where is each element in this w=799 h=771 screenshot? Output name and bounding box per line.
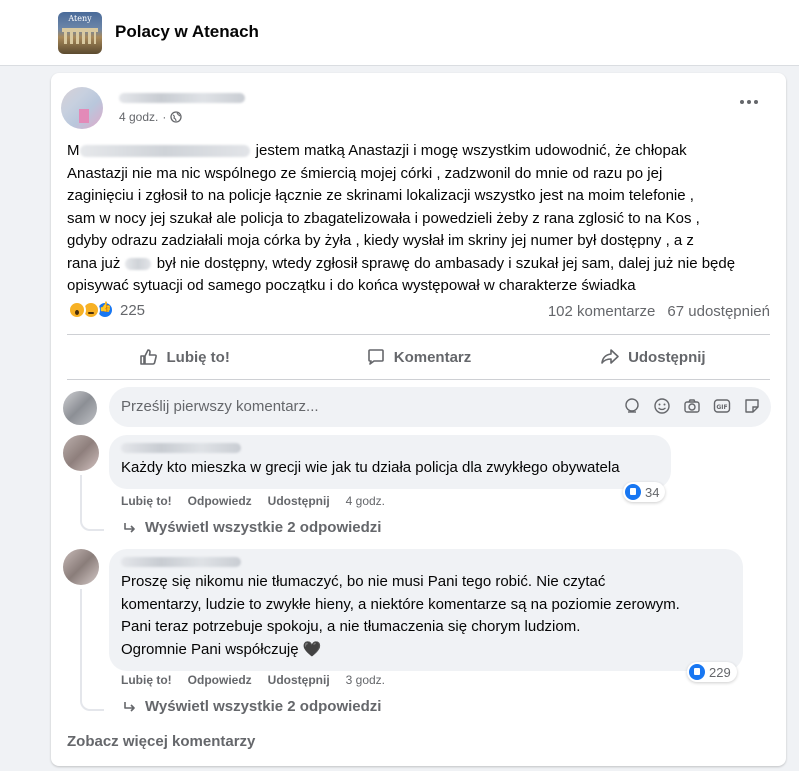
reactions-summary[interactable]: 225 [68, 301, 145, 319]
comment-like-count: 229 [709, 664, 731, 680]
post-time[interactable]: 4 godz. [119, 110, 158, 124]
comment-share-button[interactable]: Udostępnij [268, 673, 330, 687]
current-user-avatar[interactable] [63, 391, 97, 425]
see-more-comments-link[interactable]: Zobacz więcej komentarzy [67, 733, 255, 750]
commenter-avatar[interactable] [63, 435, 99, 471]
post-card: 4 godz. · M jestem matką Anastazji i mog… [51, 73, 786, 766]
wow-reaction-icon [68, 301, 86, 319]
more-options-icon[interactable] [740, 97, 762, 107]
group-name[interactable]: Polacy w Atenach [115, 22, 259, 42]
comment-like-count: 34 [645, 484, 660, 500]
post-text: M jestem matką Anastazji i mogę wszystki… [67, 140, 773, 298]
share-button-label: Udostępnij [628, 348, 706, 366]
comment-bubble: Każdy kto mieszka w grecji wie jak tu dz… [109, 435, 671, 489]
comment-reply-button[interactable]: Odpowiedz [188, 673, 252, 687]
post-author-avatar[interactable] [61, 87, 103, 129]
comment-input-placeholder: Prześlij pierwszy komentarz... [121, 398, 319, 415]
globe-icon [170, 111, 183, 123]
group-thumbnail[interactable]: Ateny [58, 12, 102, 54]
commenter-name-redacted[interactable] [121, 557, 241, 567]
comment-time[interactable]: 4 godz. [346, 494, 385, 508]
comment-like-button[interactable]: Lubię to! [121, 494, 172, 508]
post-meta: 4 godz. · [119, 110, 183, 124]
post-author-name-redacted[interactable] [119, 93, 245, 103]
reply-arrow-icon [124, 522, 135, 533]
view-replies-button[interactable]: Wyświetl wszystkie 2 odpowiedzi [123, 698, 381, 715]
comment-like-badge[interactable]: 34 [623, 482, 666, 502]
like-button[interactable]: Lubię to! [67, 339, 301, 375]
comment-bubble-icon [367, 349, 384, 365]
comment-input[interactable]: Prześlij pierwszy komentarz... GIF [109, 387, 771, 427]
view-replies-label: Wyświetl wszystkie 2 odpowiedzi [145, 698, 382, 715]
comment-bubble: Proszę się nikomu nie tłumaczyć, bo nie … [109, 549, 743, 671]
divider [67, 379, 770, 380]
comment-text: Proszę się nikomu nie tłumaczyć, bo nie … [121, 573, 680, 658]
comment-share-button[interactable]: Udostępnij [268, 494, 330, 508]
shares-count[interactable]: 67 udostępnień [667, 303, 770, 320]
author-name-redacted [79, 145, 250, 158]
like-button-label: Lubię to! [166, 348, 230, 366]
post-text-tail: był nie dostępny, wtedy zgłosił sprawę d… [67, 254, 736, 295]
sticker-icon[interactable] [743, 397, 761, 415]
thread-connector [80, 511, 104, 531]
camera-icon[interactable] [683, 397, 701, 415]
comment-like-badge[interactable]: 229 [687, 662, 737, 682]
share-button[interactable]: Udostępnij [536, 339, 770, 375]
commenter-name-redacted[interactable] [121, 443, 241, 453]
post-text-lead: jestem matką Anastazji i mogę wszystkim … [67, 142, 700, 272]
reactions-count: 225 [120, 301, 146, 319]
comment-text: Każdy kto mieszka w grecji wie jak tu dz… [121, 459, 620, 476]
emoji-icon[interactable] [653, 397, 671, 415]
like-icon [689, 664, 705, 680]
comment-input-tools: GIF [623, 397, 761, 415]
comment-reply-button[interactable]: Odpowiedz [188, 494, 252, 508]
comment-button[interactable]: Komentarz [301, 339, 535, 375]
comment-time[interactable]: 3 godz. [346, 673, 385, 687]
post-text-start: M [67, 142, 80, 159]
gif-icon[interactable]: GIF [713, 397, 731, 415]
commenter-avatar[interactable] [63, 549, 99, 585]
divider [67, 334, 770, 335]
group-header: Ateny Polacy w Atenach [0, 0, 799, 66]
thumbs-up-icon [139, 349, 157, 365]
comment-button-label: Komentarz [393, 348, 472, 366]
post-actions: Lubię to! Komentarz Udostępnij [67, 339, 770, 375]
svg-text:GIF: GIF [716, 404, 727, 411]
group-thumbnail-tag: Ateny [68, 14, 92, 23]
comment-actions: Lubię to! Odpowiedz Udostępnij 3 godz. [121, 673, 385, 687]
reply-arrow-icon [124, 701, 135, 712]
like-icon [625, 484, 641, 500]
view-replies-label: Wyświetl wszystkie 2 odpowiedzi [145, 519, 382, 536]
thread-connector [80, 691, 104, 711]
comment-actions: Lubię to! Odpowiedz Udostępnij 4 godz. [121, 494, 385, 508]
share-arrow-icon [601, 349, 619, 364]
comments-count[interactable]: 102 komentarze [548, 303, 656, 320]
comment-like-button[interactable]: Lubię to! [121, 673, 172, 687]
thread-line [80, 589, 82, 699]
post-stats: 102 komentarze 67 udostępnień [548, 303, 770, 320]
avatar-sticker-icon[interactable] [623, 397, 641, 415]
view-replies-button[interactable]: Wyświetl wszystkie 2 odpowiedzi [123, 519, 381, 536]
redacted-word [124, 257, 151, 270]
